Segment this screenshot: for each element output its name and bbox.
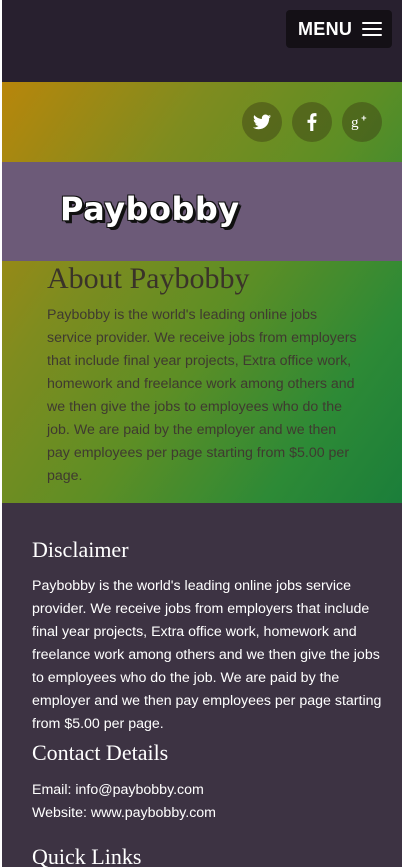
- menu-label: MENU: [298, 18, 353, 39]
- page: MENU g + Paybobby About Paybobby Paybobb…: [2, 0, 402, 867]
- footer-section: Disclaimer Paybobby is the world's leadi…: [2, 503, 402, 867]
- contact-website[interactable]: Website: www.paybobby.com: [32, 805, 216, 821]
- hamburger-icon: [362, 21, 383, 37]
- about-text: Paybobby is the world's leading online j…: [47, 307, 357, 484]
- svg-text:+: +: [361, 113, 367, 123]
- svg-text:g: g: [351, 114, 359, 131]
- twitter-icon[interactable]: [242, 102, 282, 142]
- contact-title: Contact Details: [32, 740, 169, 765]
- contact-email[interactable]: Email: info@paybobby.com: [32, 782, 204, 798]
- disclaimer-title: Disclaimer: [32, 537, 129, 562]
- brand-logo[interactable]: Paybobby: [60, 190, 240, 228]
- brand-band: Paybobby: [2, 162, 402, 261]
- top-bar: MENU: [2, 0, 402, 82]
- about-title: About Paybobby: [47, 262, 250, 295]
- menu-button[interactable]: MENU: [286, 10, 392, 48]
- hero-section: g + Paybobby About Paybobby Paybobby is …: [2, 82, 402, 503]
- disclaimer-text: Paybobby is the world's leading online j…: [32, 578, 382, 732]
- quick-links-title: Quick Links: [32, 844, 142, 867]
- facebook-icon[interactable]: [292, 102, 332, 142]
- google-plus-icon[interactable]: g +: [342, 102, 382, 142]
